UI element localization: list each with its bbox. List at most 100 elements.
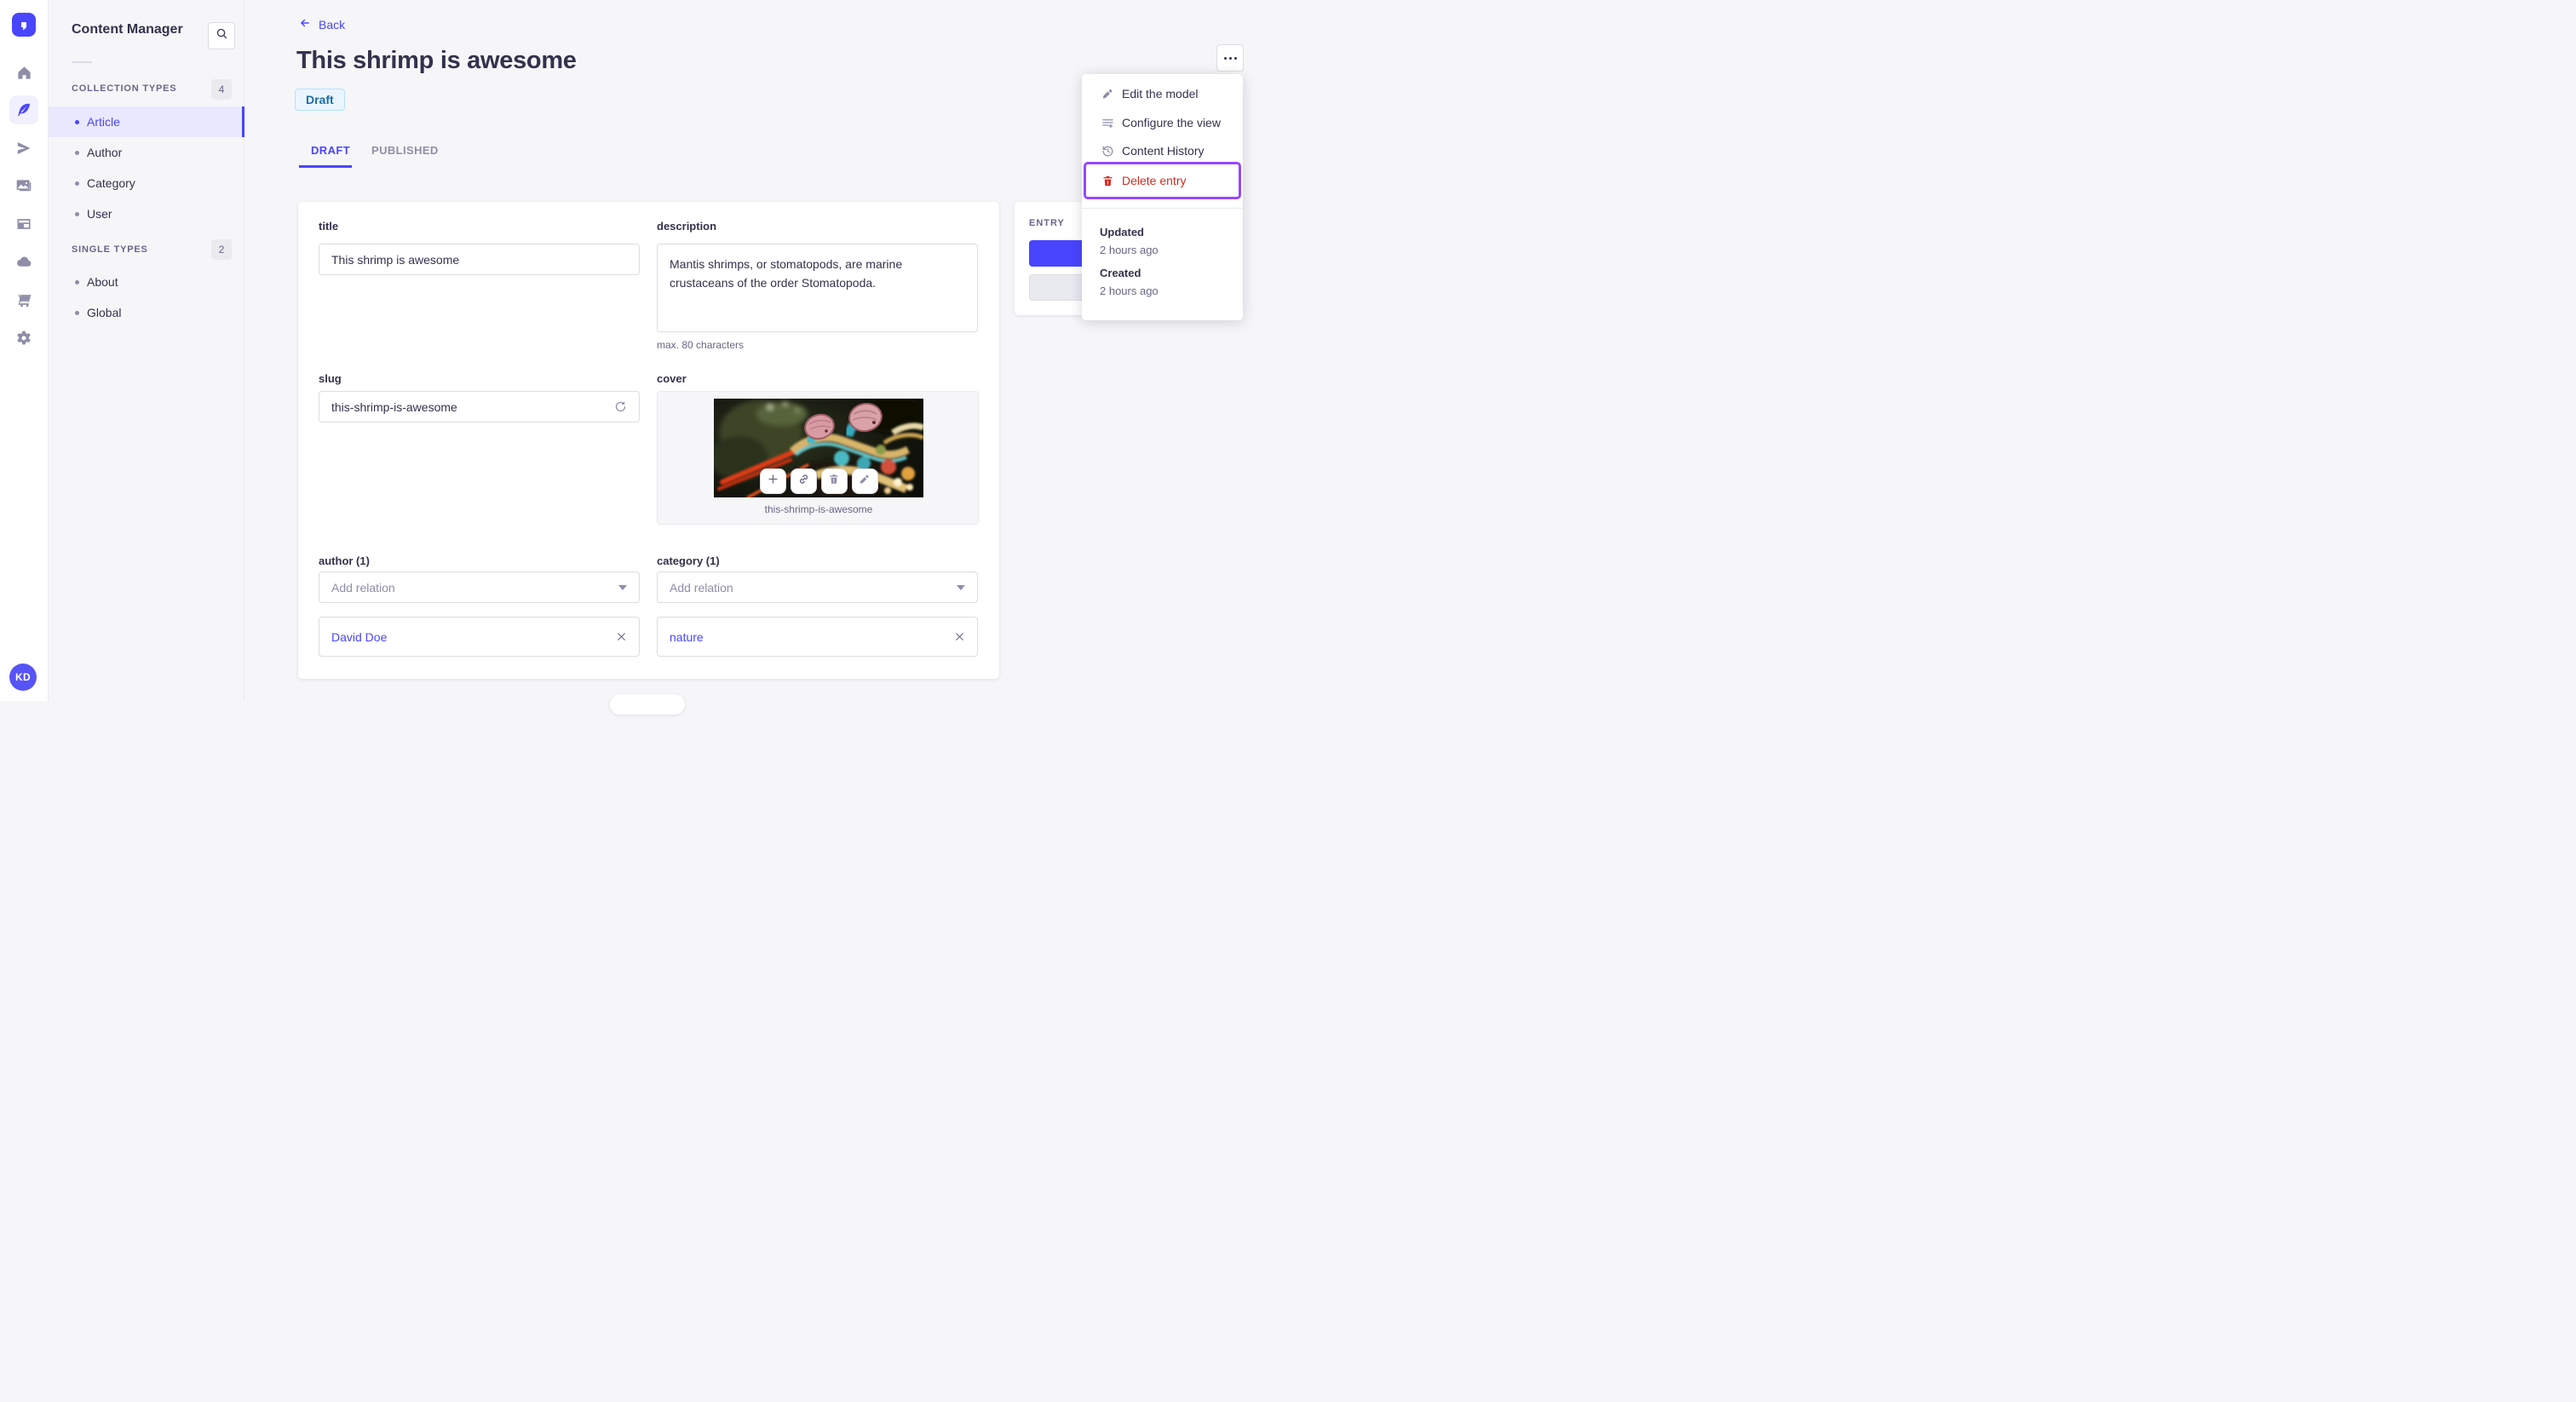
content-type-builder-layout-icon[interactable] (9, 210, 38, 238)
more-options-button[interactable] (1216, 44, 1244, 72)
search-icon (216, 27, 228, 44)
menu-item-label: Delete entry (1122, 174, 1187, 187)
bullet-icon (75, 119, 79, 124)
edit-asset-button[interactable] (851, 468, 878, 494)
description-label: description (657, 220, 717, 233)
main-nav-rail: KD (0, 0, 49, 701)
bottom-peek-panel (610, 694, 685, 715)
sidebar-item-about[interactable]: About (49, 267, 244, 297)
menu-item-label: Edit the model (1122, 87, 1199, 101)
cover-caption: this-shrimp-is-awesome (764, 503, 873, 515)
sidebar-item-category[interactable]: Category (49, 168, 244, 198)
regenerate-slug-icon[interactable] (614, 400, 627, 413)
collection-types-count: 4 (211, 79, 232, 100)
bullet-icon (75, 181, 79, 186)
cloud-icon[interactable] (9, 247, 38, 276)
title-value: This shrimp is awesome (331, 252, 460, 267)
settings-gear-icon[interactable] (9, 324, 38, 353)
cover-actions-toolbar (658, 468, 980, 494)
release-paper-plane-icon[interactable] (9, 134, 38, 163)
entry-panel-title: ENTRY (1029, 218, 1065, 228)
title-label: title (319, 220, 339, 233)
author-label: author (1) (319, 554, 370, 567)
author-relation-select[interactable]: Add relation (319, 572, 640, 603)
strapi-logo[interactable] (12, 13, 36, 37)
cover-label: cover (657, 372, 687, 385)
user-avatar[interactable]: KD (9, 664, 37, 691)
updated-label: Updated (1100, 226, 1144, 238)
pencil-icon (1101, 88, 1114, 101)
menu-separator (1082, 208, 1243, 209)
description-value: Mantis shrimps, or stomatopods, are mari… (670, 257, 903, 290)
description-hint: max. 80 characters (657, 339, 745, 351)
add-asset-button[interactable] (759, 468, 786, 494)
sidebar-item-global[interactable]: Global (49, 297, 244, 328)
page-title: This shrimp is awesome (296, 47, 577, 74)
active-tab-underline (299, 165, 352, 168)
author-relation-link[interactable]: David Doe (331, 630, 387, 644)
copy-link-button[interactable] (790, 468, 817, 494)
category-label: category (1) (657, 554, 720, 567)
subnav-divider (72, 61, 92, 63)
chevron-down-icon (957, 584, 965, 590)
list-plus-icon (1101, 117, 1114, 129)
pencil-icon (859, 474, 871, 490)
sidebar-item-label: User (87, 207, 112, 221)
single-types-count: 2 (211, 239, 232, 260)
trash-icon (1101, 175, 1114, 187)
menu-item-configure-view[interactable]: Configure the view (1082, 108, 1243, 137)
category-relation-item: nature (657, 617, 978, 657)
remove-category-icon[interactable] (954, 631, 965, 642)
content-manager-subnav: Content Manager COLLECTION TYPES 4 Artic… (49, 0, 244, 701)
chevron-down-icon (618, 584, 627, 590)
media-library-images-icon[interactable] (9, 171, 38, 200)
back-arrow-icon (298, 17, 312, 32)
bullet-icon (75, 211, 79, 216)
search-button[interactable] (208, 22, 235, 49)
slug-value: this-shrimp-is-awesome (331, 399, 457, 414)
bullet-icon (75, 310, 79, 315)
content-manager-app: KD Content Manager COLLECTION TYPES 4 Ar… (0, 0, 1288, 715)
status-badge: Draft (295, 89, 345, 111)
more-options-icon (1223, 56, 1227, 60)
tab-draft[interactable]: DRAFT (311, 144, 350, 157)
slug-label: slug (319, 372, 342, 385)
marketplace-cart-icon[interactable] (9, 285, 38, 314)
collection-types-header: COLLECTION TYPES (72, 83, 177, 94)
sidebar-item-user[interactable]: User (49, 198, 244, 229)
menu-item-content-history[interactable]: Content History (1082, 136, 1243, 165)
menu-item-label: Configure the view (1122, 116, 1221, 129)
created-value: 2 hours ago (1100, 284, 1159, 297)
author-relation-item: David Doe (319, 617, 640, 657)
trash-icon (828, 473, 840, 490)
delete-asset-button[interactable] (820, 468, 848, 494)
menu-item-delete-entry[interactable]: Delete entry (1082, 166, 1243, 195)
updated-value: 2 hours ago (1100, 244, 1159, 256)
plus-icon (767, 473, 779, 490)
tab-published[interactable]: PUBLISHED (371, 144, 439, 157)
slug-input[interactable]: this-shrimp-is-awesome (319, 391, 640, 422)
single-types-header: SINGLE TYPES (72, 244, 148, 255)
remove-author-icon[interactable] (616, 631, 627, 642)
menu-item-label: Content History (1122, 144, 1205, 158)
bullet-icon (75, 150, 79, 155)
link-icon (797, 473, 810, 490)
back-link[interactable]: Back (298, 17, 345, 32)
entry-options-menu: Edit the model Configure the view Conten… (1082, 74, 1243, 320)
category-relation-select[interactable]: Add relation (657, 572, 978, 603)
sidebar-item-article[interactable]: Article (49, 106, 244, 137)
subnav-title: Content Manager (72, 22, 183, 37)
category-relation-link[interactable]: nature (670, 630, 704, 644)
menu-item-edit-model[interactable]: Edit the model (1082, 79, 1243, 108)
back-label: Back (319, 17, 346, 32)
author-placeholder: Add relation (331, 580, 395, 595)
sidebar-item-author[interactable]: Author (49, 137, 244, 168)
sidebar-item-label: Global (87, 306, 122, 319)
home-icon[interactable] (9, 58, 38, 87)
sidebar-item-label: About (87, 275, 118, 289)
bullet-icon (75, 279, 79, 284)
title-input[interactable]: This shrimp is awesome (319, 244, 640, 275)
description-textarea[interactable]: Mantis shrimps, or stomatopods, are mari… (657, 244, 978, 332)
cover-asset-card: this-shrimp-is-awesome (657, 391, 979, 525)
content-manager-feather-icon[interactable] (9, 95, 38, 124)
